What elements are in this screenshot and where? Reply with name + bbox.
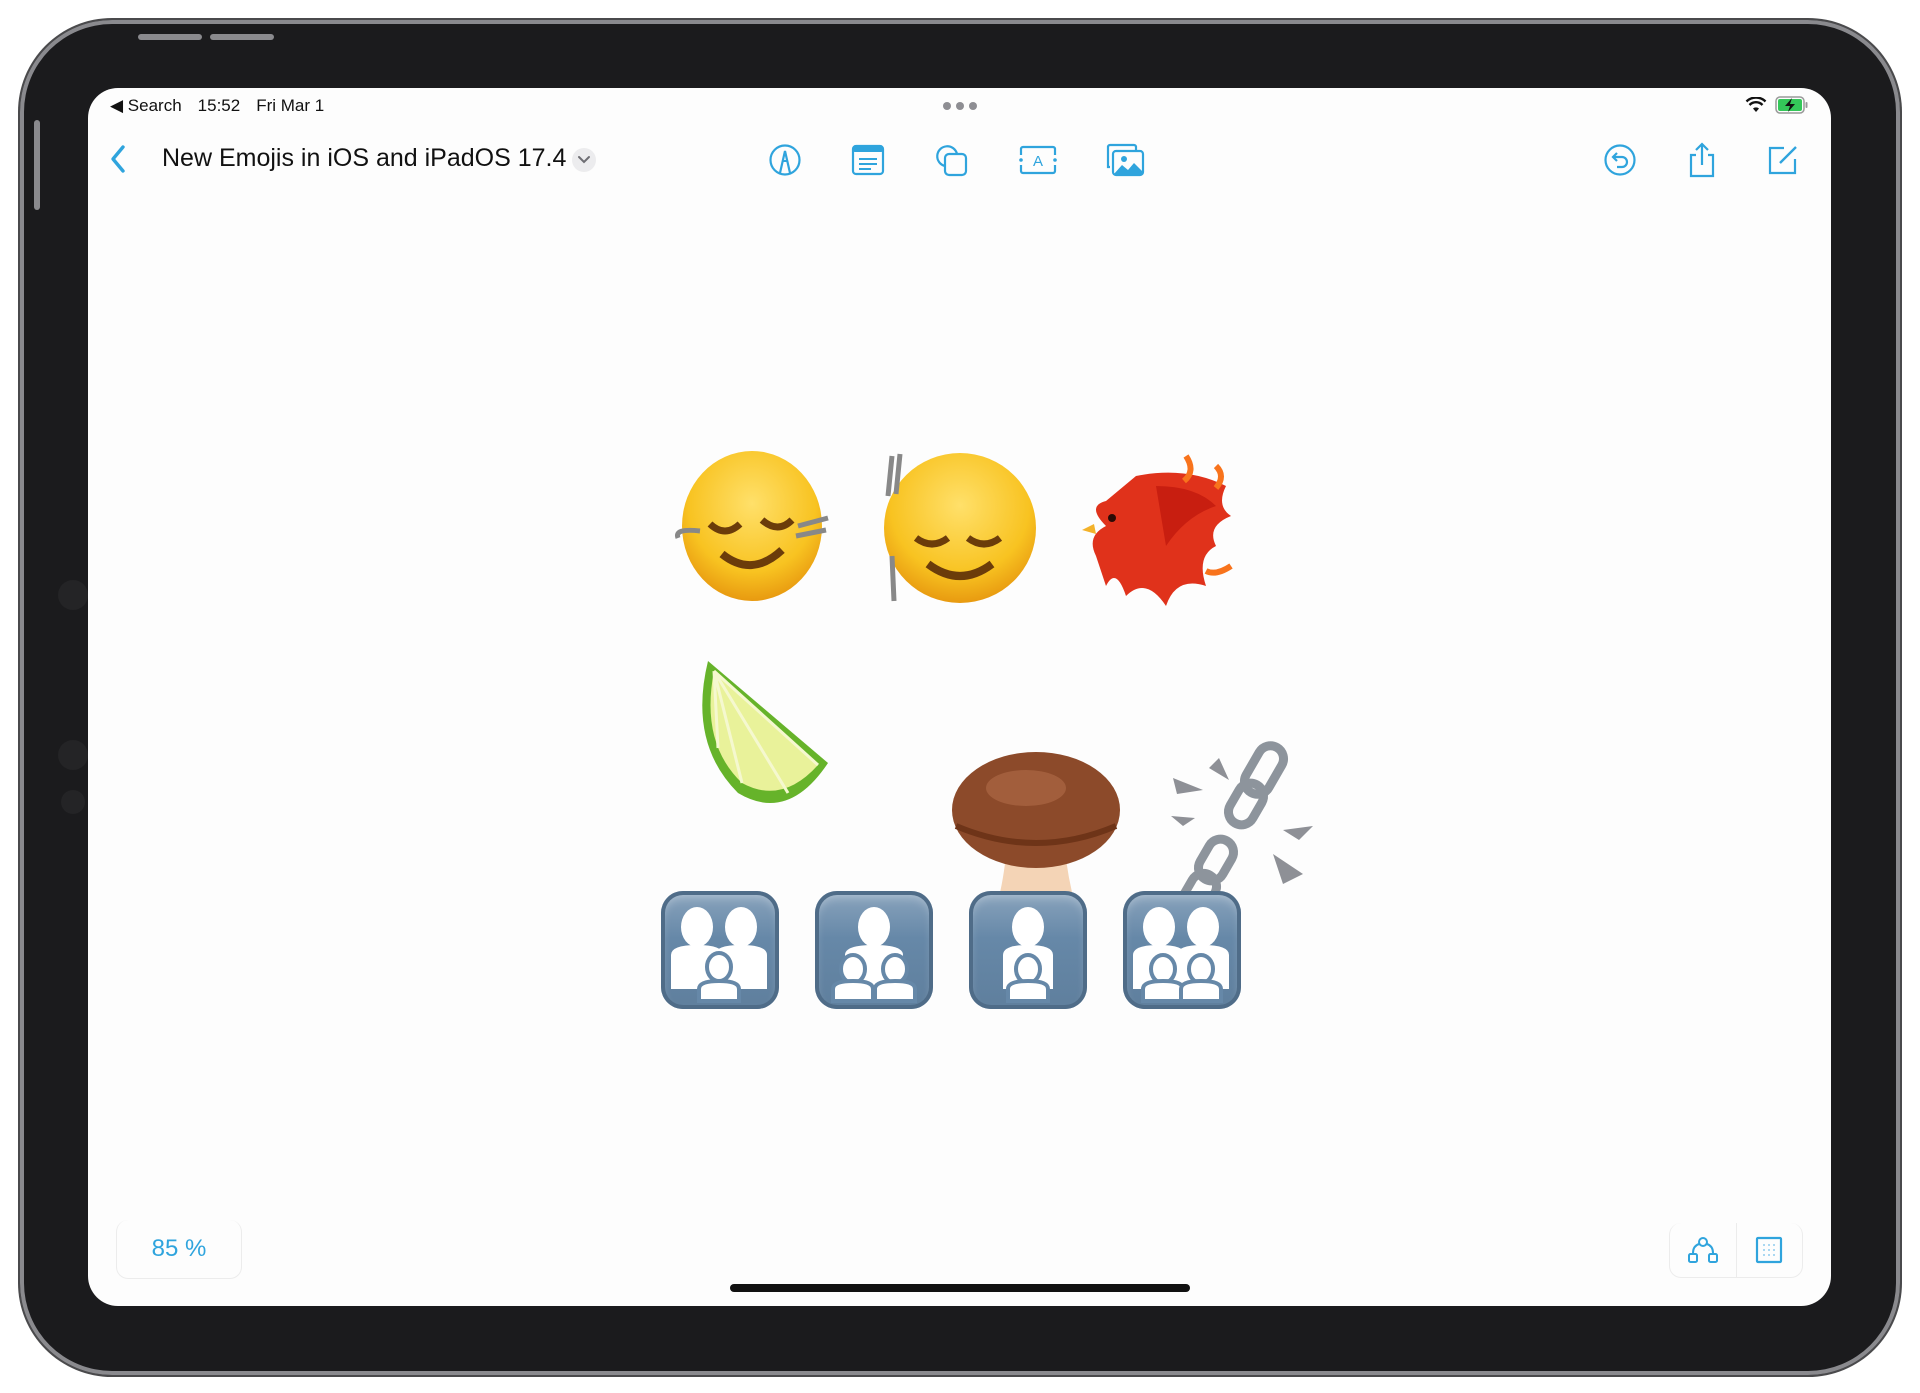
connector-icon: [1687, 1237, 1718, 1263]
board-canvas[interactable]: [88, 88, 1831, 1306]
camera-sensor: [61, 790, 85, 814]
volume-button: [138, 34, 202, 40]
connection-tool-button[interactable]: [1670, 1223, 1736, 1277]
grid-icon: [1756, 1236, 1783, 1264]
symbol-family-adult-child[interactable]: [969, 891, 1087, 1009]
symbol-family-adult-adult-child-child[interactable]: [1123, 891, 1241, 1009]
emoji-brown-mushroom[interactable]: [948, 740, 1124, 916]
emoji-head-shaking-horizontally[interactable]: [670, 446, 830, 606]
zoom-level-value: 85 %: [151, 1235, 207, 1262]
camera-sensor: [58, 580, 88, 610]
volume-button: [210, 34, 274, 40]
home-indicator[interactable]: [730, 1284, 1190, 1292]
zoom-level-button[interactable]: 85 %: [116, 1220, 242, 1279]
symbol-family-adult-child-child[interactable]: [815, 891, 933, 1009]
symbol-family-adult-adult-child[interactable]: [661, 891, 779, 1009]
top-button: [34, 120, 40, 210]
camera-sensor: [58, 740, 88, 770]
grid-toggle-button[interactable]: [1735, 1223, 1803, 1277]
emoji-lime[interactable]: [678, 653, 838, 813]
bottom-toolbar: [1669, 1223, 1803, 1278]
freeform-screen: ◀ Search 15:52 Fri Mar 1 New Emojis in i…: [88, 88, 1831, 1306]
emoji-phoenix[interactable]: [1066, 446, 1236, 616]
emoji-head-shaking-vertically[interactable]: [876, 446, 1036, 606]
